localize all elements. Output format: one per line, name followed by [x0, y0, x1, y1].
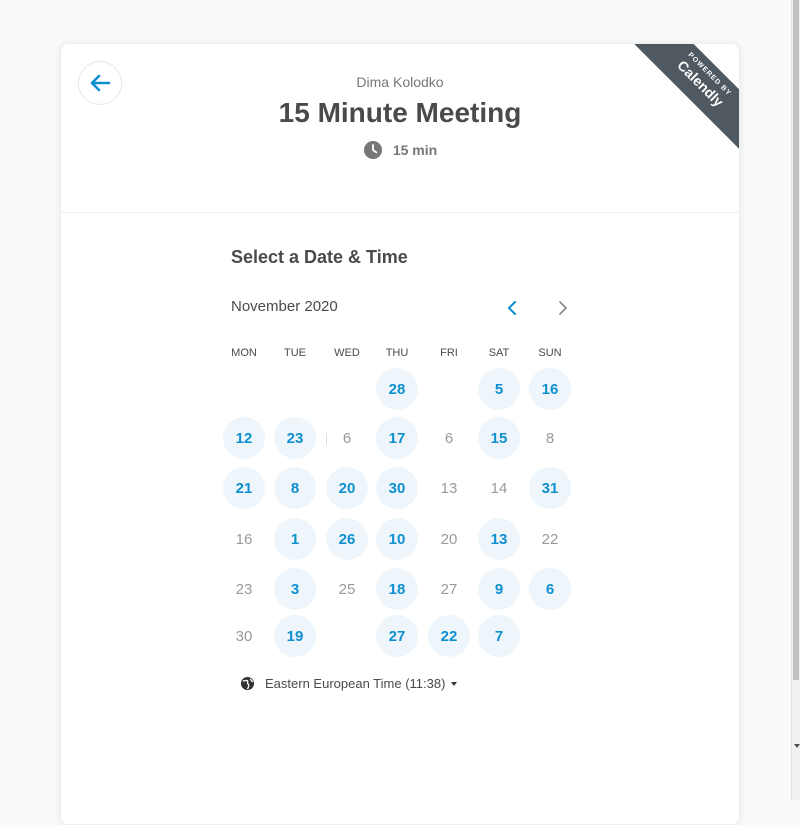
- unavailable-date: 22: [541, 530, 559, 548]
- available-date[interactable]: 28: [376, 368, 418, 410]
- available-date[interactable]: 1: [274, 518, 316, 560]
- timezone-label: Eastern European Time (11:38): [265, 676, 446, 691]
- unavailable-date: 20: [440, 530, 458, 548]
- unavailable-date: 25: [338, 580, 356, 598]
- available-date[interactable]: 18: [376, 568, 418, 610]
- unavailable-date: 6: [342, 429, 352, 447]
- available-date[interactable]: 22: [428, 615, 470, 657]
- unavailable-date: 16: [235, 530, 253, 548]
- available-date[interactable]: 8: [274, 467, 316, 509]
- current-month: November 2020: [231, 298, 338, 315]
- scroll-down-arrow-icon[interactable]: [794, 744, 800, 748]
- timezone-selector[interactable]: Eastern European Time (11:38): [240, 676, 458, 691]
- chevron-left-icon: [508, 301, 516, 315]
- available-date[interactable]: 20: [326, 467, 368, 509]
- clock-icon: [363, 141, 382, 159]
- available-date[interactable]: 9: [478, 568, 520, 610]
- globe-icon: [240, 676, 255, 691]
- calendly-ribbon[interactable]: POWERED BY Calendly: [635, 44, 739, 149]
- available-date[interactable]: 10: [376, 518, 418, 560]
- duration-label: 15 min: [392, 142, 438, 158]
- unavailable-date: 8: [545, 429, 555, 447]
- available-date[interactable]: 31: [529, 467, 571, 509]
- scheduling-card: Dima Kolodko 15 Minute Meeting 15 min PO…: [60, 43, 740, 825]
- available-date[interactable]: 16: [529, 368, 571, 410]
- available-date[interactable]: 5: [478, 368, 520, 410]
- unavailable-date: 13: [440, 479, 458, 497]
- available-date[interactable]: 15: [478, 417, 520, 459]
- weekday-mon: MON: [231, 347, 257, 359]
- available-date[interactable]: 27: [376, 615, 418, 657]
- available-date[interactable]: 21: [223, 467, 265, 509]
- available-date[interactable]: 13: [478, 518, 520, 560]
- page-scrollbar[interactable]: [791, 0, 800, 800]
- available-date[interactable]: 26: [326, 518, 368, 560]
- weekday-sat: SAT: [488, 347, 510, 359]
- available-date[interactable]: 12: [223, 417, 265, 459]
- unavailable-date: 14: [490, 479, 508, 497]
- weekday-wed: WED: [334, 347, 360, 359]
- section-title: Select a Date & Time: [231, 247, 408, 267]
- chevron-right-icon: [559, 301, 567, 315]
- powered-by-badge[interactable]: POWERED BY Calendly: [635, 44, 739, 149]
- unavailable-date: 23: [235, 580, 253, 598]
- next-month-button[interactable]: [551, 296, 575, 320]
- available-date[interactable]: 7: [478, 615, 520, 657]
- weekday-tue: TUE: [284, 347, 306, 359]
- available-date[interactable]: 17: [376, 417, 418, 459]
- weekday-sun: SUN: [538, 347, 562, 359]
- unavailable-date: 30: [235, 627, 253, 645]
- unavailable-date: 27: [440, 580, 458, 598]
- scrollbar-thumb[interactable]: [793, 0, 799, 680]
- available-date[interactable]: 3: [274, 568, 316, 610]
- unavailable-date: 6: [444, 429, 454, 447]
- available-date[interactable]: 6: [529, 568, 571, 610]
- available-date[interactable]: 19: [274, 615, 316, 657]
- caret-down-icon: [451, 681, 458, 686]
- weekday-thu: THU: [385, 347, 409, 359]
- available-date[interactable]: 23: [274, 417, 316, 459]
- available-date[interactable]: 30: [376, 467, 418, 509]
- previous-month-button[interactable]: [500, 296, 524, 320]
- grid-divider: [326, 433, 327, 445]
- weekday-fri: FRI: [440, 347, 458, 359]
